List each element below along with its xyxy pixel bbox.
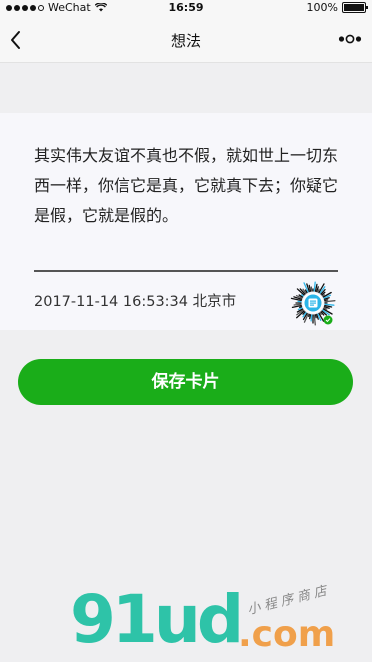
more-icon[interactable] [338, 33, 362, 45]
quote-line: 其实伟大友谊不真也不假，就如世上一切东 [34, 146, 339, 165]
save-card-button[interactable]: 保存卡片 [18, 359, 353, 405]
card-location: 北京市 [192, 294, 237, 310]
watermark-subtitle: 小程序商店 [245, 582, 333, 619]
card-datetime: 2017-11-14 16:53:34 [34, 294, 188, 310]
status-bar: WeChat 16:59 100% [0, 0, 372, 16]
card-meta: 2017-11-14 16:53:34 北京市 [34, 290, 236, 311]
battery-group: 100% [306, 1, 368, 14]
battery-icon [342, 2, 368, 13]
card-divider [34, 270, 338, 272]
mini-program-code-icon [290, 281, 336, 326]
quote-line: 西一样，你信它是真，它就真下去；你疑它 [34, 176, 339, 195]
watermark-logo: 91ud .com 小程序商店 [70, 581, 370, 658]
quote-line: 是假，它就是假的。 [34, 206, 179, 225]
idea-card: 其实伟大友谊不真也不假，就如世上一切东 西一样，你信它是真，它就真下去；你疑它 … [0, 113, 372, 330]
nav-bar: 想法 [0, 16, 372, 63]
page-title: 想法 [170, 32, 201, 50]
watermark-domain: .com [238, 614, 336, 655]
quote-text: 其实伟大友谊不真也不假，就如世上一切东 西一样，你信它是真，它就真下去；你疑它 … [34, 141, 340, 231]
battery-percent: 100% [306, 1, 338, 14]
watermark-main: 91ud [70, 581, 244, 658]
